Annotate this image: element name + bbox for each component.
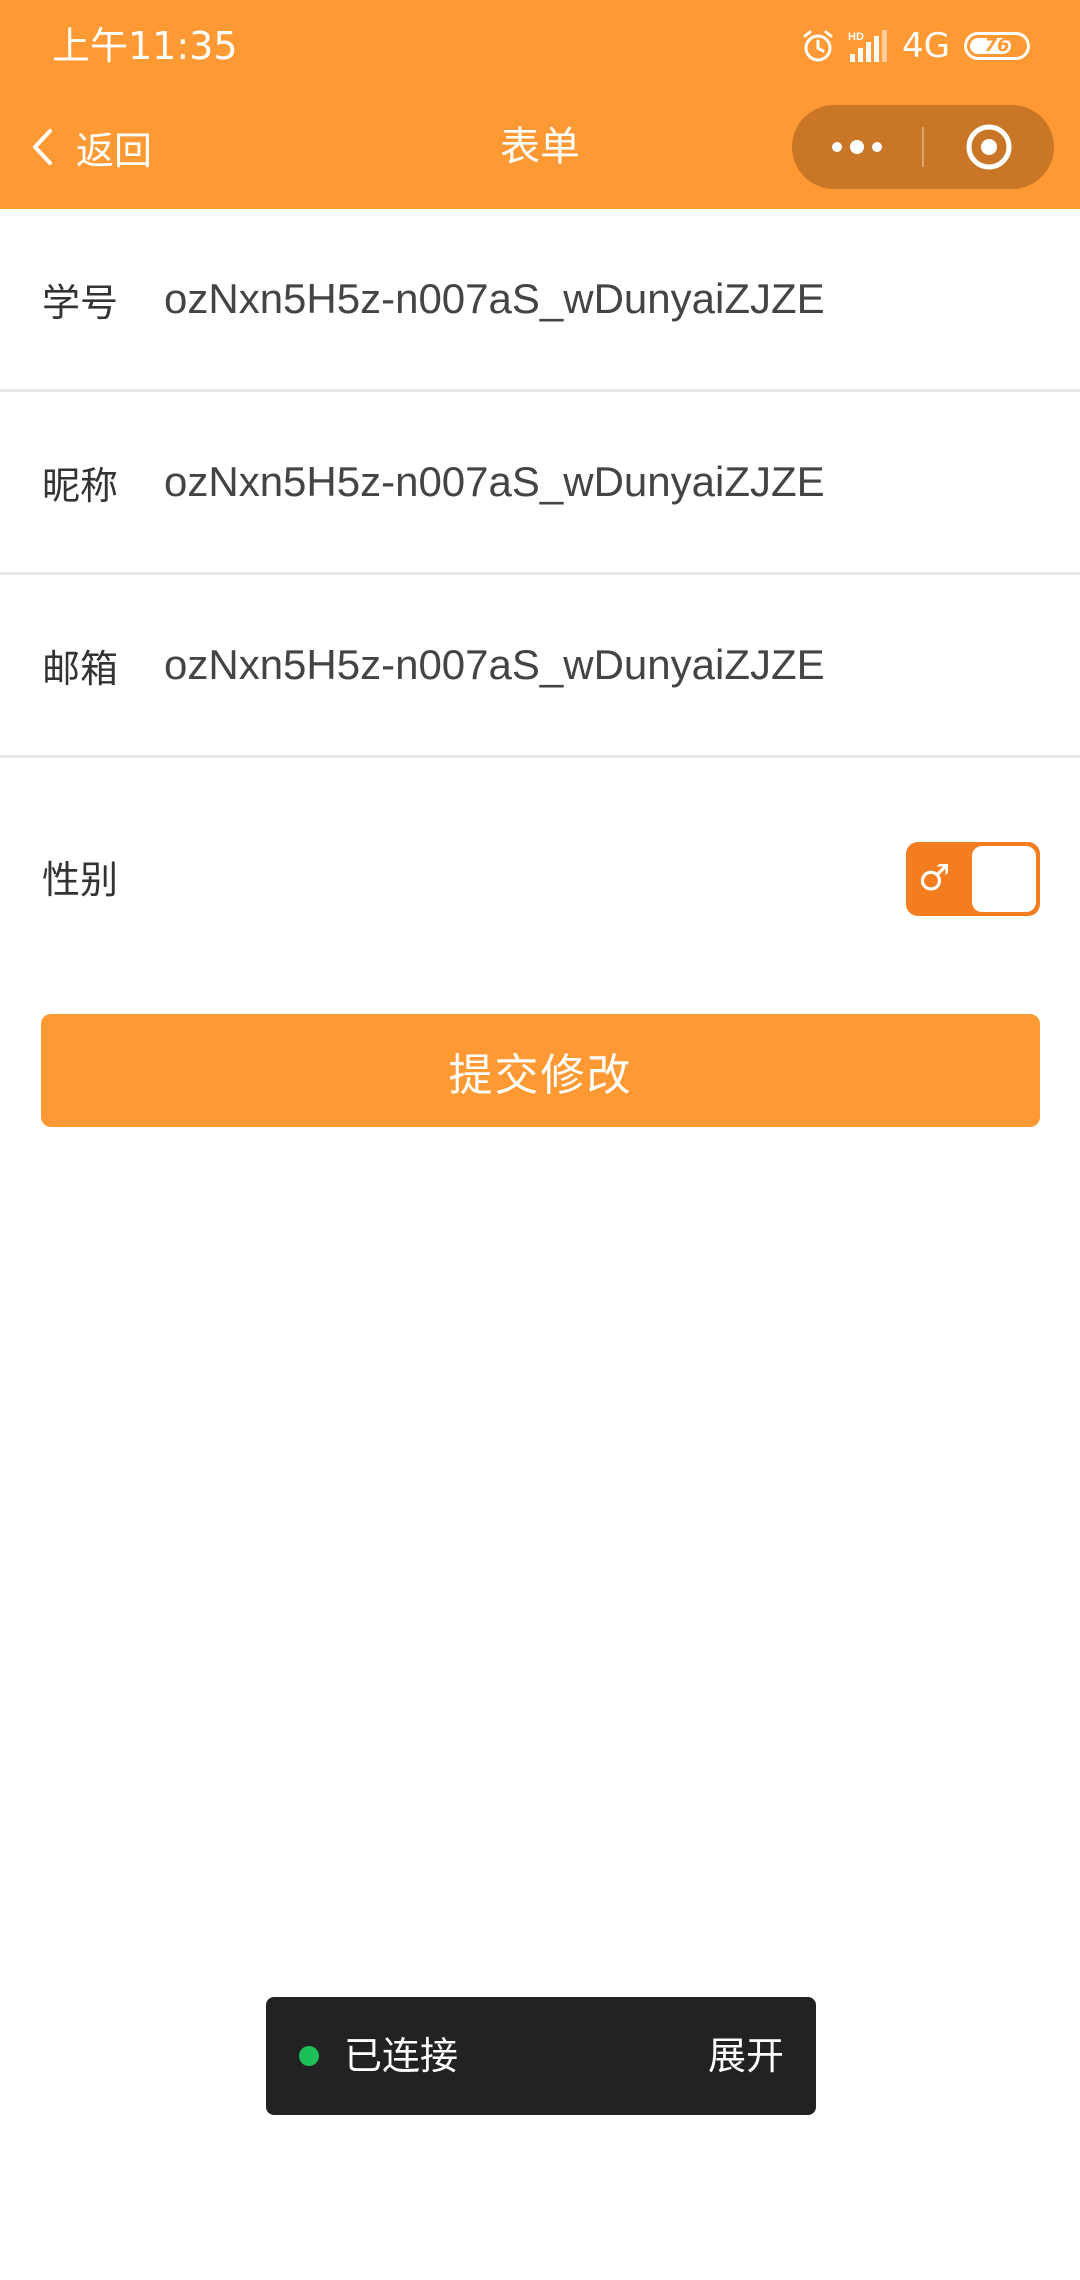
email-input[interactable] — [164, 633, 1024, 697]
gender-row: 性别 ♂ — [0, 804, 1080, 948]
more-dots-icon — [832, 140, 882, 154]
connection-status-text: 已连接 — [344, 2034, 459, 2078]
app-header: 上午11:35 HD 4G 76 返回 表单 — [0, 0, 1080, 209]
target-circle-icon — [966, 124, 1012, 170]
email-row: 邮箱 — [0, 575, 1080, 758]
nickname-row: 昵称 — [0, 392, 1080, 575]
student-id-label: 学号 — [42, 280, 119, 325]
status-icons: HD 4G 76 — [800, 24, 1030, 68]
status-time: 上午11:35 — [52, 24, 238, 68]
battery-icon: 76 — [964, 32, 1030, 60]
student-id-row: 学号 — [0, 209, 1080, 392]
network-type-label: 4G — [902, 26, 950, 66]
connected-status-icon — [299, 2046, 319, 2066]
gender-label: 性别 — [42, 858, 119, 902]
hd-signal-icon: HD — [848, 30, 888, 62]
alarm-icon — [803, 30, 833, 62]
gender-toggle[interactable]: ♂ — [906, 842, 1040, 916]
email-label: 邮箱 — [42, 646, 119, 691]
male-symbol-icon: ♂ — [918, 858, 951, 899]
svg-text:HD: HD — [848, 31, 864, 43]
miniprogram-capsule — [792, 105, 1054, 189]
student-id-input[interactable] — [164, 267, 1024, 331]
nickname-label: 昵称 — [42, 463, 119, 508]
battery-percent: 76 — [984, 35, 1010, 56]
toggle-knob — [972, 846, 1036, 912]
expand-button[interactable]: 展开 — [708, 1997, 784, 2115]
more-button[interactable] — [792, 105, 922, 189]
connection-toast: 已连接 展开 — [266, 1997, 816, 2115]
close-miniprogram-button[interactable] — [924, 105, 1054, 189]
nickname-input[interactable] — [164, 450, 1024, 514]
submit-button[interactable]: 提交修改 — [41, 1014, 1040, 1127]
